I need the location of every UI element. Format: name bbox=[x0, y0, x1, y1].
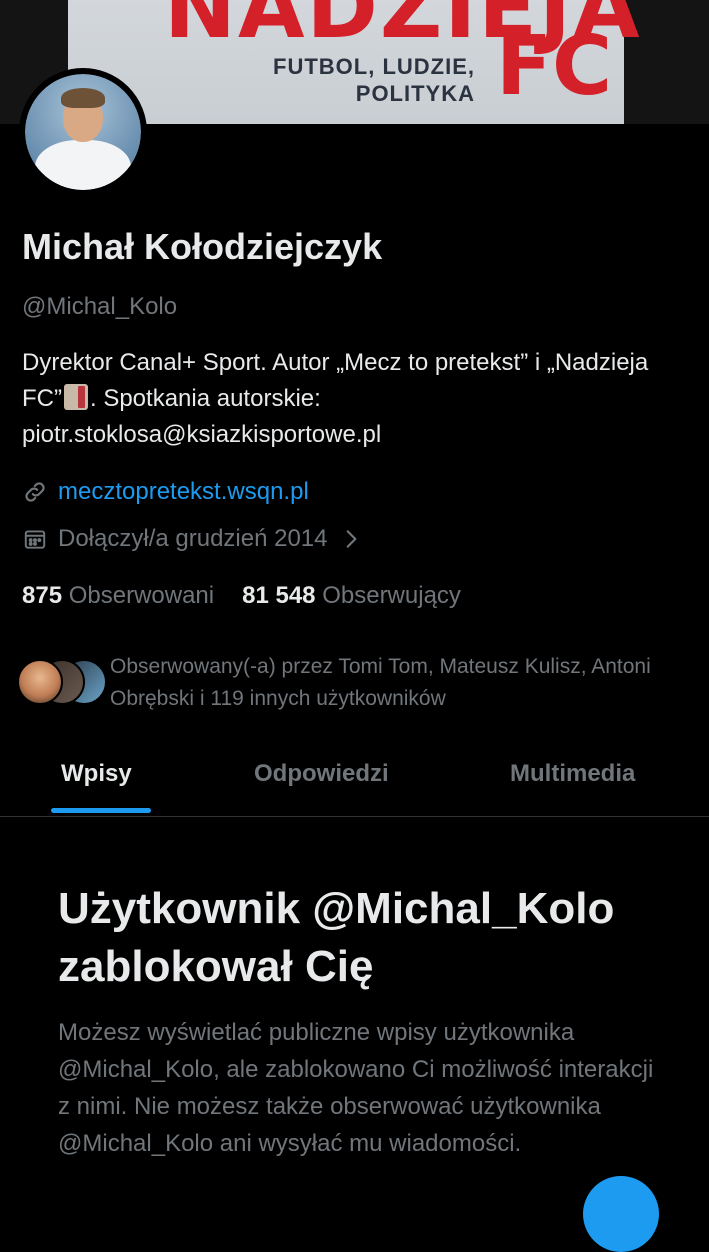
compose-button[interactable] bbox=[583, 1176, 659, 1252]
joined-date: Dołączył/a grudzień 2014 bbox=[58, 525, 328, 552]
profile-name: Michał Kołodziejczyk bbox=[22, 226, 383, 267]
chevron-right-icon bbox=[346, 530, 356, 548]
profile-website[interactable]: mecztopretekst.wsqn.pl bbox=[22, 478, 309, 506]
tab-odpowiedzi[interactable]: Odpowiedzi bbox=[254, 760, 389, 788]
followed-by-text[interactable]: Obserwowany(-a) przez Tomi Tom, Mateusz … bbox=[110, 651, 680, 715]
blocked-description: Możesz wyświetlać publiczne wpisy użytko… bbox=[58, 1019, 654, 1157]
profile-stats: 875 Obserwowani 81 548 Obserwujący bbox=[22, 582, 461, 610]
profile-avatar[interactable] bbox=[19, 68, 147, 196]
book-icon bbox=[63, 384, 88, 410]
followed-by-avatars[interactable] bbox=[17, 659, 107, 705]
following-stat[interactable]: 875 Obserwowani bbox=[22, 582, 214, 609]
followers-stat[interactable]: 81 548 Obserwujący bbox=[242, 582, 461, 609]
tab-wpisy[interactable]: Wpisy bbox=[61, 760, 132, 788]
avatar bbox=[17, 659, 63, 705]
profile-handle: @Michal_Kolo bbox=[22, 293, 178, 320]
book-subtitle: FUTBOL, LUDZIE, POLITYKA bbox=[273, 54, 475, 106]
profile-joined[interactable]: Dołączył/a grudzień 2014 bbox=[22, 525, 364, 553]
book-cover-image: NADZIEJA FUTBOL, LUDZIE, POLITYKA FC bbox=[68, 0, 640, 124]
blocked-title: Użytkownik @Michal_Kolo zablokował Cię bbox=[58, 884, 615, 991]
tab-multimedia[interactable]: Multimedia bbox=[510, 760, 635, 788]
calendar-icon bbox=[24, 530, 46, 549]
link-icon bbox=[25, 482, 45, 502]
profile-bio: Dyrektor Canal+ Sport. Autor „Mecz to pr… bbox=[22, 349, 649, 448]
active-tab-indicator bbox=[51, 808, 151, 813]
book-title-fc: FC bbox=[496, 19, 613, 114]
website-link[interactable]: mecztopretekst.wsqn.pl bbox=[58, 478, 309, 506]
profile-tabs: Wpisy Odpowiedzi Multimedia bbox=[0, 740, 709, 817]
